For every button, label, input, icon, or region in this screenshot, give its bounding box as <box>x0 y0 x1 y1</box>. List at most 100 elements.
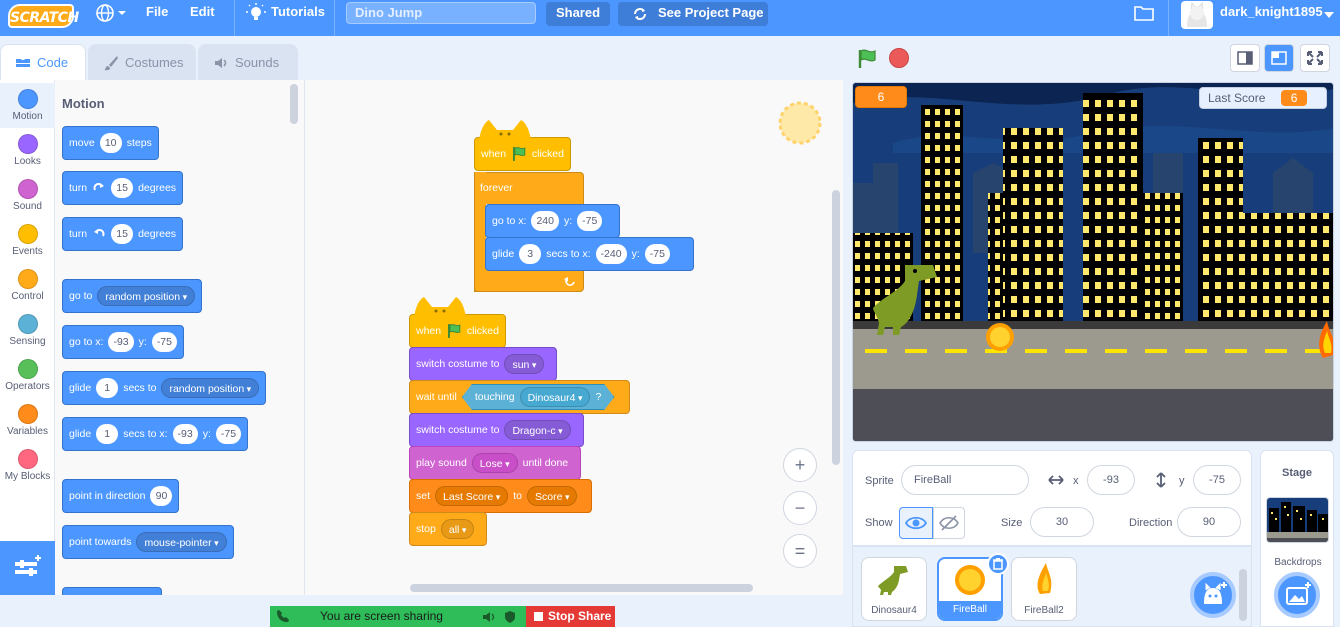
sprite-name-input[interactable]: FireBall <box>901 465 1029 495</box>
y-input[interactable]: -75 <box>151 332 177 352</box>
play-sound-until-done-block[interactable]: play sound Lose until done <box>409 446 581 480</box>
switch-costume-block[interactable]: switch costume to sun <box>409 347 557 381</box>
glide-target-dropdown[interactable]: random position <box>161 378 260 398</box>
when-flag-clicked-hat[interactable]: when clicked <box>409 297 506 348</box>
show-sprite-button[interactable] <box>899 507 933 539</box>
green-flag-run-button[interactable] <box>856 48 878 70</box>
degrees-input[interactable]: 15 <box>111 178 134 198</box>
last-score-monitor[interactable]: Last Score 6 <box>1199 87 1327 109</box>
x-position-input[interactable]: -93 <box>1087 465 1135 495</box>
move-steps-block[interactable]: move 10 steps <box>62 126 159 160</box>
switch-costume-block[interactable]: switch costume to Dragon-c <box>409 413 584 447</box>
score-reporter[interactable]: Score <box>527 486 578 506</box>
category-control[interactable]: Control <box>0 263 55 308</box>
direction-input[interactable]: 90 <box>150 486 173 506</box>
wait-until-block[interactable]: wait until touching Dinosaur4 ? <box>409 380 630 414</box>
secs-input[interactable]: 1 <box>96 424 119 444</box>
go-to-block[interactable]: go to random position <box>62 279 203 313</box>
sprite-thumb-fireball[interactable]: FireBall <box>937 553 1009 621</box>
touching-target-dropdown[interactable]: Dinosaur4 <box>520 387 591 407</box>
normal-stage-button[interactable] <box>1264 44 1294 72</box>
stop-button[interactable] <box>889 48 909 68</box>
my-stuff-folder-icon[interactable] <box>1133 3 1155 23</box>
small-stage-button[interactable] <box>1230 44 1260 72</box>
zoom-reset-button[interactable]: = <box>783 534 817 568</box>
turn-left-block[interactable]: turn 15 degrees <box>62 217 184 251</box>
tab-code[interactable]: Code <box>0 44 86 80</box>
scratch-logo[interactable]: SCRATCH <box>8 4 79 28</box>
shared-button[interactable]: Shared <box>546 2 610 26</box>
x-input[interactable]: -240 <box>595 244 627 264</box>
account-chevron-down-icon[interactable] <box>1324 9 1334 18</box>
forever-block[interactable]: forever go to x: 240 y: -75 glide 3 secs… <box>474 172 694 292</box>
script-vertical-scrollbar[interactable] <box>832 190 840 465</box>
x-input[interactable]: 240 <box>531 211 559 231</box>
script-horizontal-scrollbar[interactable] <box>410 584 753 592</box>
category-variables[interactable]: Variables <box>0 398 55 443</box>
go-to-target-dropdown[interactable]: random position <box>97 286 196 306</box>
degrees-input[interactable]: 15 <box>111 224 134 244</box>
costume-dropdown[interactable]: Dragon-c <box>504 420 571 440</box>
full-screen-button[interactable] <box>1300 44 1330 72</box>
x-input[interactable]: -93 <box>172 424 198 444</box>
variable-dropdown[interactable]: Last Score <box>435 486 509 506</box>
direction-input[interactable]: 90 <box>1177 507 1241 537</box>
script-area[interactable]: when clicked forever go to x: 240 y: -75… <box>305 80 843 595</box>
delete-sprite-button[interactable] <box>987 553 1009 575</box>
stop-share-button[interactable]: Stop Share <box>526 606 615 627</box>
fireball-sprite[interactable] <box>986 323 1014 351</box>
zoom-in-button[interactable]: + <box>783 448 817 482</box>
costume-dropdown[interactable]: sun <box>504 354 545 374</box>
stop-block[interactable]: stop all <box>409 512 487 546</box>
shield-icon[interactable] <box>504 610 516 624</box>
touching-condition[interactable]: touching Dinosaur4 ? <box>462 384 614 410</box>
category-sound[interactable]: Sound <box>0 173 55 218</box>
x-input[interactable]: -93 <box>108 332 134 352</box>
go-to-xy-block[interactable]: go to x: -93 y: -75 <box>62 325 184 359</box>
category-operators[interactable]: Operators <box>0 353 55 398</box>
category-looks[interactable]: Looks <box>0 128 55 173</box>
stage-canvas[interactable]: 6 Last Score 6 <box>852 82 1334 442</box>
stop-option-dropdown[interactable]: all <box>440 519 475 539</box>
backdrop-thumbnail[interactable] <box>1266 497 1329 543</box>
hide-sprite-button[interactable] <box>933 507 965 539</box>
secs-input[interactable]: 3 <box>519 244 542 264</box>
choose-backdrop-button[interactable] <box>1274 572 1320 618</box>
glide-random-block[interactable]: glide 1 secs to random position <box>62 371 267 405</box>
point-in-direction-block[interactable]: point in direction 90 <box>62 479 180 513</box>
turn-right-block[interactable]: turn 15 degrees <box>62 171 184 205</box>
username[interactable]: dark_knight1895 <box>1220 0 1323 36</box>
y-input[interactable]: -75 <box>644 244 670 264</box>
y-input[interactable]: -75 <box>215 424 242 444</box>
y-position-input[interactable]: -75 <box>1193 465 1241 495</box>
category-sensing[interactable]: Sensing <box>0 308 55 353</box>
tab-sounds[interactable]: Sounds <box>198 44 298 80</box>
secs-input[interactable]: 1 <box>96 378 119 398</box>
change-x-block[interactable] <box>62 587 162 595</box>
tutorials-menu[interactable]: Tutorials <box>271 0 325 36</box>
category-motion[interactable]: Motion <box>0 83 55 128</box>
file-menu[interactable]: File <box>146 0 168 36</box>
set-variable-block[interactable]: set Last Score to Score <box>409 479 592 513</box>
category-events[interactable]: Events <box>0 218 55 263</box>
size-input[interactable]: 30 <box>1030 507 1094 537</box>
point-towards-block[interactable]: point towards mouse-pointer <box>62 525 234 559</box>
add-extension-button[interactable] <box>0 541 55 595</box>
avatar[interactable] <box>1181 1 1213 29</box>
glide-xy-block[interactable]: glide 1 secs to x: -93 y: -75 <box>62 417 249 451</box>
category-my-blocks[interactable]: My Blocks <box>0 443 55 488</box>
see-project-page-button[interactable]: See Project Page <box>618 2 768 26</box>
sprite-list-scrollbar[interactable] <box>1239 569 1247 621</box>
palette-scrollbar[interactable] <box>290 84 298 124</box>
language-globe-icon[interactable] <box>95 3 129 23</box>
choose-sprite-button[interactable] <box>1190 572 1236 618</box>
tab-costumes[interactable]: Costumes <box>88 44 196 80</box>
glide-xy-block[interactable]: glide 3 secs to x: -240 y: -75 <box>485 237 694 271</box>
speaker-volume-icon[interactable] <box>482 610 496 624</box>
edit-menu[interactable]: Edit <box>190 0 215 36</box>
sound-dropdown[interactable]: Lose <box>471 453 518 473</box>
steps-input[interactable]: 10 <box>99 133 122 153</box>
point-towards-dropdown[interactable]: mouse-pointer <box>136 532 227 552</box>
y-input[interactable]: -75 <box>577 211 603 231</box>
sprite-thumb-dinosaur4[interactable]: Dinosaur4 <box>861 557 927 621</box>
